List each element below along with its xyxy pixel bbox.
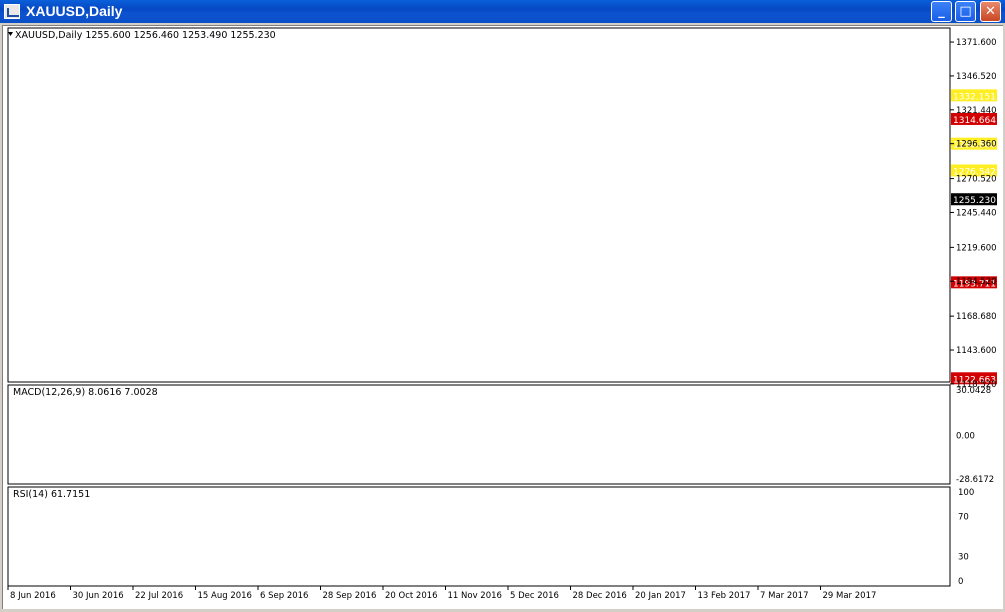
close-button[interactable]: ✕ [980,1,1001,22]
x-tick-label: 7 Mar 2017 [760,591,808,601]
y-tick-label: 1143.600 [956,346,997,356]
main-pane-frame [7,27,951,383]
y-tick-label: 1371.600 [956,38,997,48]
maximize-button[interactable]: □ [955,1,976,22]
rsi-tick-label: 100 [958,488,974,498]
macd-tick-label: 0.00 [956,432,975,442]
minimize-button[interactable]: _ [931,1,952,22]
x-tick-label: 28 Sep 2016 [323,591,377,601]
y-tick-label: 1346.520 [956,72,997,82]
x-tick-label: 20 Jan 2017 [635,591,686,601]
macd-header: MACD(12,26,9) 8.0616 7.0028 [13,387,158,398]
x-tick-label: 29 Mar 2017 [823,591,877,601]
rsi-tick-label: 0 [958,577,963,587]
app-chart-icon [4,4,20,19]
y-tick-label: 1245.440 [956,208,997,218]
x-tick-label: 22 Jul 2016 [135,591,183,601]
level-price-label: 1332.151 [953,92,996,102]
macd-tick-label: 30.0428 [956,386,991,396]
x-tick-label: 30 Jun 2016 [73,591,124,601]
axes: 1371.600 1346.520 1321.440 1296.360 1270.520… [7,27,997,601]
macd-tick-label: -28.6172 [956,475,994,485]
rsi-tick-label: 30 [958,552,969,562]
main-header: XAUUSD,Daily 1255.600 1256.460 1253.490 … [15,30,276,41]
rsi-header: RSI(14) 61.7151 [13,489,90,500]
current-price-label: 1255.230 [953,196,996,206]
y-tick-label: 1219.600 [956,243,997,253]
y-tick-label: 1194.520 [956,277,997,287]
x-tick-label: 8 Jun 2016 [10,591,56,601]
y-tick-label: 1168.680 [956,312,997,322]
y-tick-label: 1296.360 [956,140,997,150]
rsi-pane-frame [7,486,951,587]
window-title: XAUUSD,Daily [26,3,123,19]
x-tick-label: 5 Dec 2016 [510,591,559,601]
price-chart[interactable]: 1332.1511314.6641298.8801276.5421193.711… [3,26,1002,608]
x-tick-label: 11 Nov 2016 [448,591,502,601]
x-tick-label: 28 Dec 2016 [573,591,627,601]
x-tick-label: 20 Oct 2016 [385,591,438,601]
y-tick-label: 1270.520 [956,175,997,185]
window-titlebar: XAUUSD,Daily _ □ ✕ [0,0,1005,23]
x-tick-label: 15 Aug 2016 [198,591,252,601]
chart-window[interactable]: 1332.151 1314.664 1298.880 1276.542 1193.711… [2,25,1003,609]
macd-pane-frame [7,384,951,485]
rsi-tick-label: 70 [958,513,969,523]
x-tick-label: 6 Sep 2016 [260,591,308,601]
x-tick-label: 13 Feb 2017 [698,591,751,601]
y-tick-label: 1321.440 [956,106,997,116]
level-price-label: 1314.664 [953,116,996,126]
